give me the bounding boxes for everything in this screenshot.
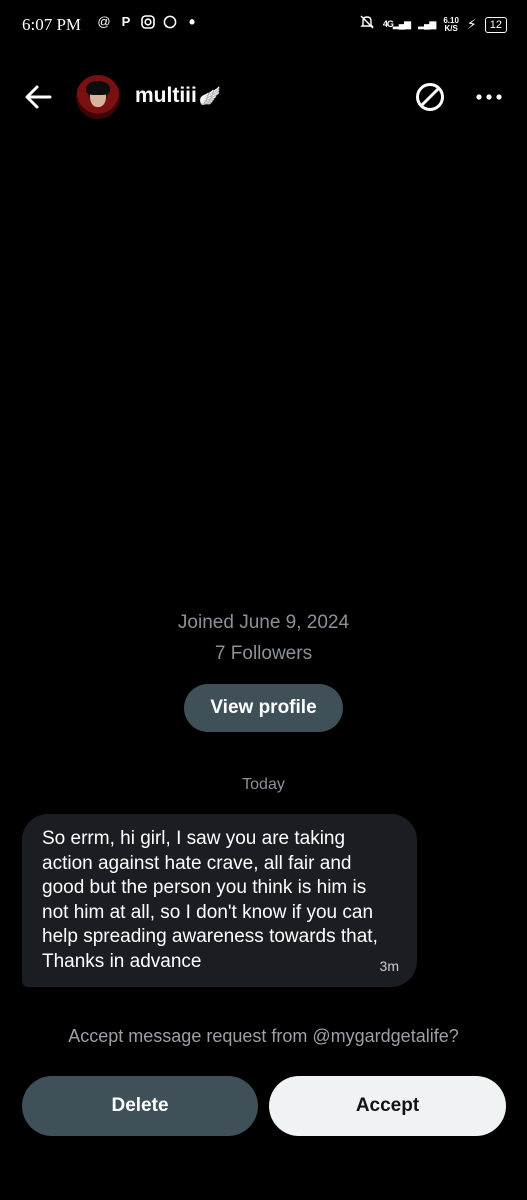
- delete-button[interactable]: Delete: [22, 1076, 258, 1136]
- instagram-icon: [141, 15, 155, 29]
- view-profile-button[interactable]: View profile: [184, 684, 343, 732]
- profile-info: Joined June 9, 2024 7 Followers: [0, 612, 527, 665]
- user-name-text: multiii: [135, 84, 197, 107]
- message-text: So errm, hi girl, I saw you are taking a…: [42, 828, 378, 972]
- message-request-prompt: Accept message request from @mygardgetal…: [68, 1026, 459, 1046]
- block-icon: [416, 83, 444, 111]
- status-bar: 6:07 PM @ P • 4G▂▄▆ ▂▄▆ 6.10 K/S ⚡ 12: [0, 0, 527, 52]
- signal-icon: 4G▂▄▆: [382, 19, 411, 29]
- message-time: 3m: [379, 958, 399, 974]
- wing-emoji: 🪽: [198, 86, 222, 106]
- more-options-button[interactable]: [472, 82, 506, 112]
- conversation-header: multiii 🪽: [0, 70, 527, 124]
- user-name[interactable]: multiii 🪽: [135, 84, 221, 108]
- arrow-left-icon: [25, 85, 52, 109]
- more-icon: [476, 94, 502, 100]
- accept-button[interactable]: Accept: [269, 1076, 506, 1136]
- whatsapp-icon: [163, 15, 177, 29]
- battery-indicator: 12: [484, 16, 507, 33]
- notification-icons: @ P •: [97, 12, 199, 32]
- mute-icon: [359, 14, 375, 35]
- net-speed: 6.10 K/S: [443, 16, 459, 33]
- joined-date: Joined June 9, 2024: [177, 612, 350, 633]
- status-time: 6:07 PM: [22, 15, 82, 34]
- charging-icon: ⚡: [466, 16, 477, 32]
- signal-icon-2: ▂▄▆: [418, 19, 436, 29]
- dot-icon: •: [188, 12, 196, 32]
- speed-unit: K/S: [444, 23, 458, 33]
- day-separator: Today: [242, 776, 285, 793]
- followers-count: 7 Followers: [214, 643, 313, 664]
- avatar[interactable]: [76, 75, 120, 119]
- system-status: 4G▂▄▆ ▂▄▆ 6.10 K/S ⚡ 12: [359, 14, 507, 35]
- paypal-icon: P: [121, 14, 131, 29]
- message-bubble[interactable]: So errm, hi girl, I saw you are taking a…: [22, 814, 417, 987]
- back-button[interactable]: [22, 82, 54, 112]
- network-type: 4G: [382, 19, 394, 29]
- threads-icon: @: [97, 14, 111, 29]
- block-button[interactable]: [414, 81, 446, 113]
